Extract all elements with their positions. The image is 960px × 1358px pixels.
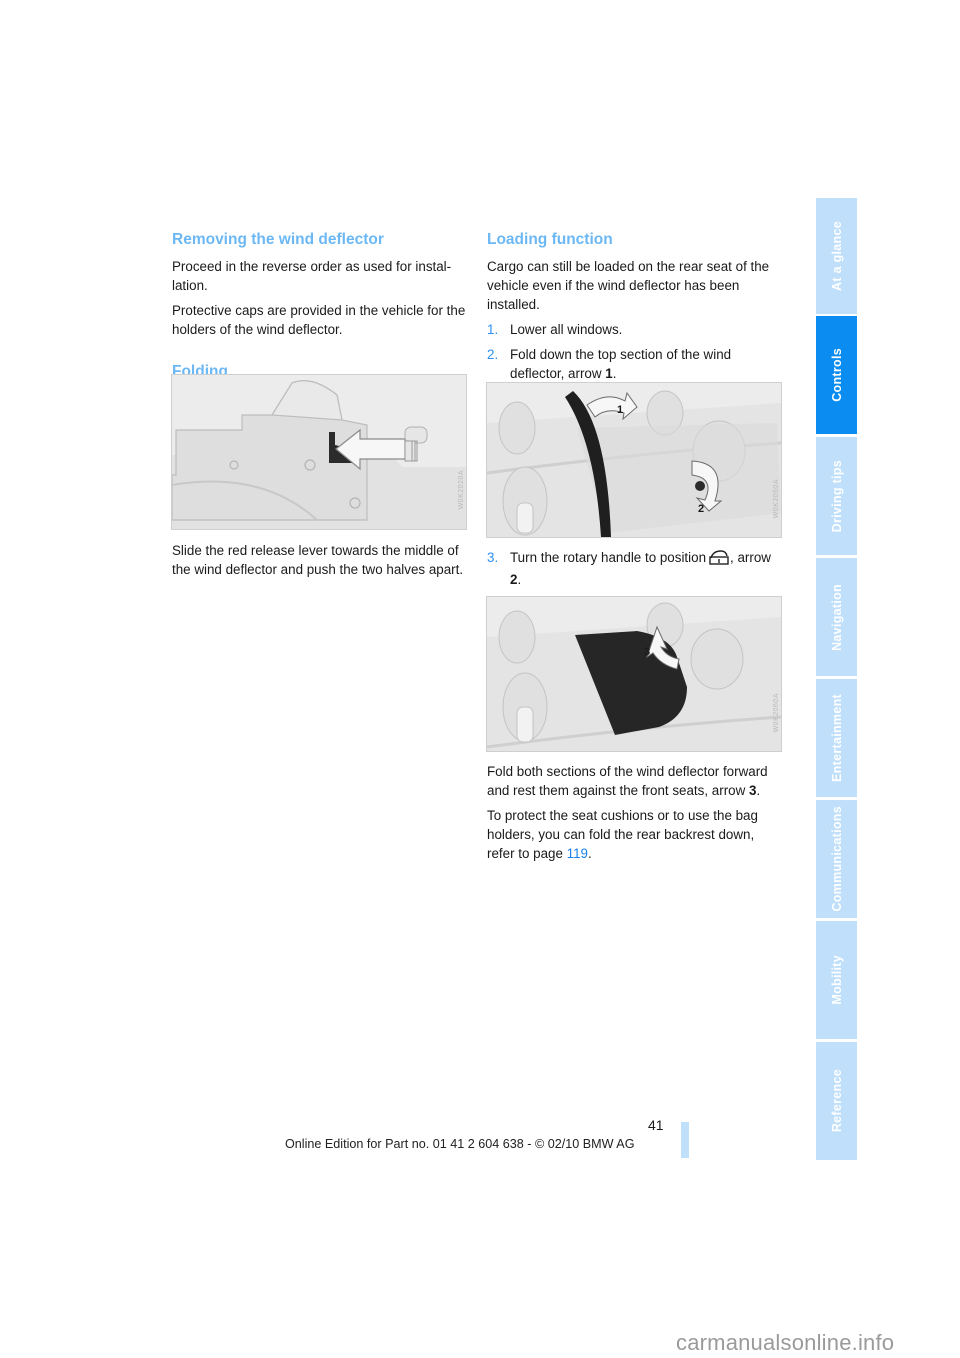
page-marker-bar	[681, 1122, 689, 1158]
tab-navigation[interactable]: Navigation	[816, 558, 857, 676]
open-lock-position-icon	[709, 550, 729, 570]
tab-label: Driving tips	[829, 459, 844, 533]
tab-label: Entertainment	[829, 694, 844, 782]
step-3-block: 3. Turn the rotary handle to position , a…	[487, 548, 783, 589]
step-number: 1.	[487, 322, 499, 337]
step-2: 2. Fold down the top section of the wind…	[487, 345, 783, 383]
left-caption-block: Slide the red release lever towards the …	[172, 541, 468, 579]
paragraph-fold-both: Fold both sections of the wind deflector…	[487, 762, 783, 800]
step-1: 1. Lower all windows.	[487, 320, 783, 339]
figure-code: W0K2020A	[458, 470, 465, 510]
left-column: Removing the wind deflector Proceed in t…	[172, 229, 468, 383]
page-number: 41	[648, 1117, 664, 1133]
tab-label: Communications	[829, 806, 844, 912]
arrow-ref: 1	[605, 366, 613, 381]
page-reference-link[interactable]: 119	[567, 846, 588, 861]
rotary-handle	[695, 481, 705, 491]
arrow-1-label: 1	[617, 404, 623, 416]
step-text: Fold down the top section of the wind de…	[510, 347, 732, 381]
tab-mobility[interactable]: Mobility	[816, 921, 857, 1039]
figure-fold-both-sections: 3 W0K2060A	[486, 596, 782, 752]
paragraph-reverse-order: Proceed in the reverse order as used for…	[172, 259, 452, 293]
section-heading-removing: Removing the wind deflector	[172, 231, 384, 248]
tab-label: Controls	[829, 348, 844, 402]
tab-driving-tips[interactable]: Driving tips	[816, 437, 857, 555]
figure-code: W0K2050A	[773, 479, 780, 519]
release-lever-illustration	[172, 375, 466, 529]
para-text: To protect the seat cushions or to use t…	[487, 808, 758, 861]
section-heading-loading-function: Loading function	[487, 231, 613, 248]
arrow-3-label: 3	[644, 646, 650, 658]
para-end: .	[756, 783, 761, 798]
para-text: Fold both sections of the wind deflector…	[487, 764, 768, 798]
tab-communications[interactable]: Communications	[816, 800, 857, 918]
tab-label: At a glance	[829, 221, 844, 291]
step-text-cont: , arrow	[730, 550, 771, 565]
figure-code: W0K2060A	[773, 693, 780, 733]
tab-entertainment[interactable]: Entertainment	[816, 679, 857, 797]
step-3: 3. Turn the rotary handle to position , a…	[487, 548, 783, 589]
tab-label: Navigation	[829, 583, 844, 651]
paragraph-slide-lever: Slide the red release lever towards the …	[172, 543, 464, 577]
step-number: 3.	[487, 550, 499, 565]
right-column: Loading function Cargo can still be load…	[487, 229, 783, 383]
paragraph-cargo-intro: Cargo can still be loaded on the rear se…	[487, 259, 770, 312]
step-text: Lower all windows.	[510, 322, 623, 337]
fold-both-sections-illustration: 3	[487, 597, 781, 751]
paragraph-protect-cushions: To protect the seat cushions or to use t…	[487, 806, 783, 863]
step-end: .	[517, 572, 522, 587]
watermark: carmanualsonline.info	[676, 1330, 895, 1355]
tab-controls[interactable]: Controls	[816, 316, 857, 434]
tab-label: Mobility	[829, 955, 844, 1005]
step-text: Turn the rotary handle to position	[510, 550, 707, 565]
tab-label: Reference	[829, 1069, 844, 1133]
paragraph-protective-caps: Protective caps are provided in the vehi…	[172, 303, 466, 337]
tab-reference[interactable]: Reference	[816, 1042, 857, 1160]
para-end: .	[588, 846, 592, 861]
edition-footer: Online Edition for Part no. 01 41 2 604 …	[285, 1137, 635, 1151]
figure-release-lever: W0K2020A	[171, 374, 467, 530]
tab-at-a-glance[interactable]: At a glance	[816, 198, 857, 314]
step-number: 2.	[487, 347, 499, 362]
figure-fold-top-section: 1 2 W0K2050A	[486, 382, 782, 538]
arrow-2-label: 2	[698, 503, 704, 515]
step-end: .	[612, 366, 617, 381]
right-closing-block: Fold both sections of the wind deflector…	[487, 762, 783, 863]
fold-top-section-illustration: 1 2	[487, 383, 781, 537]
